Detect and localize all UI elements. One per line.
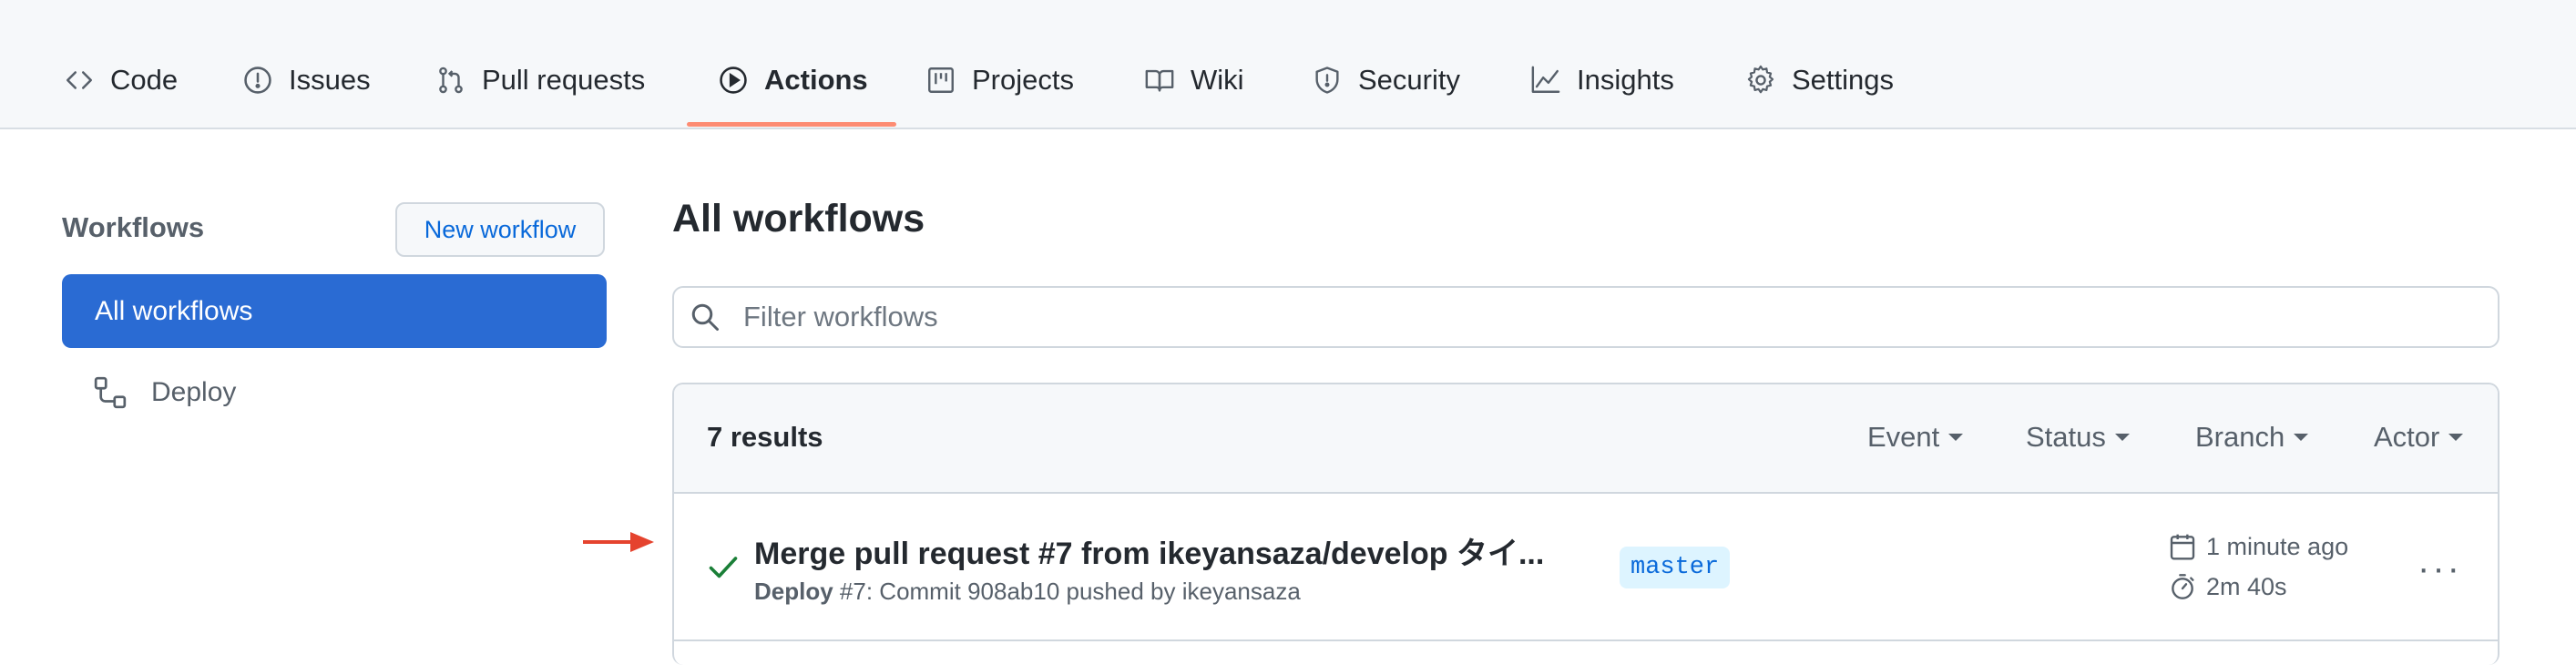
filter-workflows-field[interactable] [672,286,2499,348]
results-count: 7 results [707,421,823,453]
actor-filter-dropdown[interactable]: Actor [2374,421,2464,454]
tab-label: Code [110,64,179,96]
tab-settings[interactable]: Settings [1745,51,1894,109]
results-header: 7 results Event Status Branch Actor [674,384,2498,494]
shield-icon [1315,66,1339,94]
event-filter-dropdown[interactable]: Event [1867,421,1964,454]
active-tab-underline [687,122,896,127]
sidebar-item-deploy[interactable]: Deploy [62,363,607,423]
workflow-run-row[interactable]: Merge pull request #7 from ikeyansaza/de… [674,494,2498,641]
tab-label: Insights [1577,64,1674,96]
gear-icon [1747,65,1774,94]
tab-label: Projects [972,64,1074,96]
book-icon [1145,69,1174,92]
tab-security[interactable]: Security [1312,51,1460,109]
tab-label: Wiki [1191,64,1244,96]
duration-text: 2m 40s [2206,572,2287,600]
tab-label: Settings [1792,64,1895,96]
workflow-runs-list: 7 results Event Status Branch Actor Merg… [672,383,2499,665]
arrow-right-icon [583,532,654,552]
tab-label: Security [1358,64,1460,96]
tab-code[interactable]: Code [64,51,178,109]
run-subtitle: Deploy #7: Commit 908ab10 pushed by ikey… [754,578,1301,606]
workflows-heading: Workflows [62,211,205,243]
stopwatch-icon [2172,574,2194,599]
status-filter-dropdown[interactable]: Status [2026,421,2130,454]
dropdown-label: Status [2026,421,2106,453]
caret-down-icon [2114,434,2130,441]
caret-down-icon [1948,434,1964,441]
tab-projects[interactable]: Projects [925,51,1074,109]
new-workflow-button[interactable]: New workflow [395,202,605,257]
time-ago-text: 1 minute ago [2206,532,2349,560]
run-time-ago: 1 minute ago [2168,532,2348,561]
code-icon [66,71,93,89]
tab-actions[interactable]: Actions [718,51,868,109]
pull-request-icon [439,66,463,94]
run-title-link[interactable]: Merge pull request #7 from ikeyansaza/de… [754,528,1544,573]
project-icon [928,67,954,93]
filter-workflows-input[interactable] [741,300,2498,334]
issue-icon [244,66,271,94]
sidebar-item-all-workflows[interactable]: All workflows [62,274,607,348]
play-icon [720,66,747,94]
tab-pull-requests[interactable]: Pull requests [435,51,645,109]
tab-label: Pull requests [482,64,646,96]
repo-nav: Code Issues Pull requests Actions Projec… [0,0,2576,129]
kebab-menu-icon[interactable]: ··· [2418,550,2462,587]
dropdown-label: Event [1867,421,1940,453]
caret-down-icon [2294,434,2309,441]
dropdown-label: Branch [2195,421,2285,453]
run-workflow-name: Deploy [754,578,833,605]
tab-label: Actions [764,64,868,96]
branch-filter-dropdown[interactable]: Branch [2195,421,2309,454]
run-duration: 2m 40s [2168,572,2287,601]
dropdown-label: Actor [2374,421,2440,453]
tab-issues[interactable]: Issues [242,51,371,109]
workflow-icon [94,376,127,409]
graph-icon [1531,66,1560,93]
tab-label: Issues [289,64,371,96]
search-icon [691,303,719,331]
check-icon [709,557,738,578]
run-number: #7 [839,578,866,605]
tab-insights[interactable]: Insights [1530,51,1674,109]
caret-down-icon [2448,434,2464,441]
tab-wiki[interactable]: Wiki [1144,51,1244,109]
page-title: All workflows [672,197,925,240]
branch-badge[interactable]: master [1620,547,1731,588]
sidebar-item-label: All workflows [95,295,253,326]
sidebar-item-label: Deploy [151,377,237,407]
calendar-icon [2170,534,2195,560]
run-commit-text: : Commit 908ab10 pushed by ikeyansaza [865,578,1301,605]
